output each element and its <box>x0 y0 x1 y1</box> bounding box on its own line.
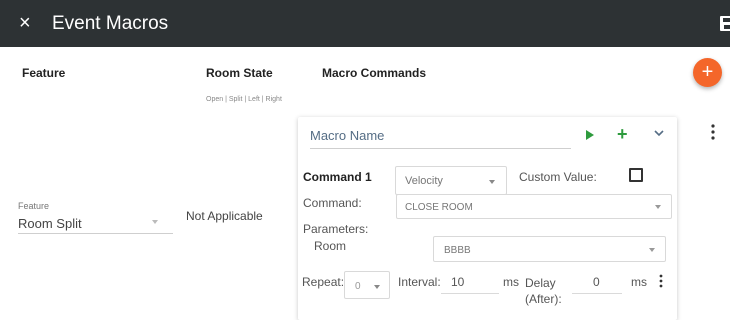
command-select-value: CLOSE ROOM <box>405 202 473 213</box>
command-title: Command 1 <box>303 170 372 184</box>
room-param-label: Room <box>314 239 347 253</box>
repeat-select-value: 0 <box>355 281 361 292</box>
room-state-options-hint: Open | Split | Left | Right <box>206 96 282 103</box>
delay-unit: ms <box>631 275 647 289</box>
repeat-caret-icon <box>374 285 380 289</box>
macro-name-underline <box>310 148 571 149</box>
play-icon[interactable] <box>586 130 594 140</box>
save-icon[interactable] <box>720 16 730 31</box>
parameters-label: Parameters: <box>303 222 369 236</box>
room-param-caret-icon <box>649 248 655 252</box>
custom-value-label: Custom Value: <box>519 170 597 184</box>
delay-label: Delay (After): <box>525 276 562 306</box>
column-header-macro-commands: Macro Commands <box>322 66 427 80</box>
delay-input[interactable]: 0 <box>593 275 600 289</box>
add-macro-button[interactable]: + <box>693 58 722 87</box>
row-more-menu-icon[interactable] <box>708 124 718 140</box>
column-header-room-state: Room State <box>206 66 273 80</box>
chevron-down-icon[interactable] <box>654 130 664 137</box>
command-more-menu-icon[interactable] <box>658 274 664 288</box>
add-command-icon[interactable]: + <box>617 124 628 144</box>
repeat-select[interactable] <box>344 271 390 299</box>
interval-input[interactable]: 10 <box>451 275 464 289</box>
interval-label: Interval: <box>398 275 441 289</box>
delay-underline <box>572 293 622 294</box>
feature-select-underline <box>18 233 173 234</box>
column-header-feature: Feature <box>22 66 66 80</box>
velocity-select-value: Velocity <box>405 175 443 187</box>
macro-name-input[interactable]: Macro Name <box>310 128 384 143</box>
command-label: Command: <box>303 196 362 210</box>
feature-select-label: Feature <box>18 201 50 211</box>
interval-unit: ms <box>503 275 519 289</box>
feature-dropdown-caret-icon[interactable] <box>152 220 158 224</box>
room-state-value: Not Applicable <box>186 209 263 223</box>
interval-underline <box>441 293 499 294</box>
repeat-label: Repeat: <box>302 275 345 289</box>
velocity-caret-icon <box>489 180 495 184</box>
room-param-value: BBBB <box>444 245 471 256</box>
custom-value-checkbox[interactable] <box>629 168 643 182</box>
close-icon[interactable]: × <box>19 11 31 35</box>
command-caret-icon <box>655 205 661 209</box>
page-title: Event Macros <box>52 13 169 34</box>
feature-select[interactable]: Room Split <box>18 216 82 231</box>
